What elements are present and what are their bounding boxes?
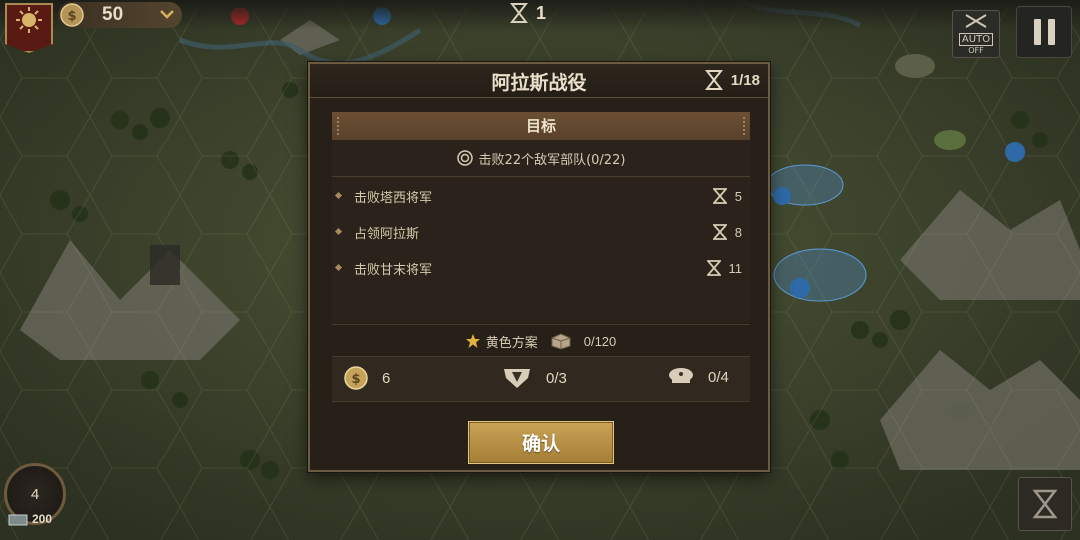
list-item: 击败甘末将军 11	[332, 250, 750, 286]
star-icon	[465, 334, 480, 348]
pause-button[interactable]	[1016, 6, 1072, 58]
svg-text:$: $	[67, 9, 76, 24]
supply-crate-icon	[8, 514, 28, 526]
turn-counter: 1	[510, 2, 562, 24]
reinforcement-count: 4	[30, 485, 40, 503]
reward-coins-value: 6	[382, 369, 391, 387]
coin-icon: $	[344, 366, 368, 390]
yellow-plan-row: 黄色方案 0/120	[332, 324, 750, 357]
bullet-icon	[334, 227, 343, 236]
objective-turns: 5	[712, 188, 742, 204]
coin-icon: $	[60, 3, 84, 27]
svg-text:$: $	[351, 372, 360, 387]
objective-label: 占领阿拉斯	[354, 226, 420, 242]
faction-emblem[interactable]	[5, 3, 53, 53]
yellow-plan-label: 黄色方案	[485, 335, 538, 351]
main-objective: 击败22个敌军部队(0/22)	[332, 140, 750, 177]
hourglass-icon	[706, 260, 721, 276]
rewards-row: $ 6 0/3 0/4	[332, 356, 750, 402]
turn-limit-value: 1/18	[730, 71, 760, 89]
crate-icon	[551, 333, 571, 350]
chevron-down-icon[interactable]	[158, 5, 176, 23]
coin-counter[interactable]: $ 50	[58, 2, 182, 28]
reward-medals-value: 0/3	[546, 369, 567, 387]
auto-state: OFF	[968, 46, 984, 55]
auto-battle-button[interactable]: AUTO OFF	[952, 10, 1000, 58]
supply-counter: 200	[8, 512, 52, 526]
list-item: 击败塔西将军 5	[332, 178, 750, 214]
objective-label: 击败甘末将军	[354, 262, 433, 278]
hourglass-icon	[712, 188, 727, 204]
reward-medals: 0/3	[502, 366, 567, 390]
objective-turns-value: 8	[734, 224, 742, 240]
dialog-title: 阿拉斯战役	[491, 72, 587, 94]
grip-left	[336, 116, 340, 136]
sun-emblem-icon	[16, 7, 42, 33]
objective-turns: 11	[706, 260, 743, 276]
dialog-header: 阿拉斯战役 1/18	[310, 64, 768, 98]
hourglass-icon	[704, 70, 723, 90]
auto-rifles-icon	[965, 14, 987, 28]
bullet-icon	[334, 263, 343, 272]
yellow-plan-count: 0/120	[583, 333, 617, 349]
objectives-header: 目标	[332, 112, 750, 140]
reward-generals-value: 0/4	[708, 368, 729, 386]
turn-number: 1	[536, 2, 547, 23]
main-objective-text: 击败22个敌军部队(0/22)	[478, 152, 626, 168]
battle-info-dialog: 阿拉斯战役 1/18 目标 击败22个敌军部队(0/22) 击败塔西将军 5 占…	[308, 62, 770, 472]
end-turn-button[interactable]	[1018, 477, 1072, 531]
objective-label: 击败塔西将军	[354, 190, 433, 206]
reward-coins: $ 6	[344, 366, 390, 390]
medal-icon	[504, 369, 530, 388]
auto-label: AUTO	[958, 33, 994, 46]
turn-limit: 1/18	[704, 70, 760, 90]
hourglass-icon	[510, 3, 528, 23]
coin-amount: 50	[102, 4, 124, 25]
objective-turns: 8	[712, 224, 742, 240]
grip-right	[742, 116, 746, 136]
objectives-panel: 目标 击败22个敌军部队(0/22) 击败塔西将军 5 占领阿拉斯 8 击败甘末…	[332, 112, 750, 322]
objective-turns-value: 5	[734, 188, 742, 204]
objectives-title: 目标	[525, 117, 556, 135]
objective-turns-value: 11	[728, 260, 743, 276]
target-icon	[456, 150, 473, 166]
bullet-icon	[334, 191, 343, 200]
general-cap-icon	[669, 368, 693, 383]
hourglass-icon	[712, 224, 727, 240]
pause-icon	[1033, 19, 1041, 45]
list-item: 占领阿拉斯 8	[332, 214, 750, 250]
hourglass-icon	[1032, 489, 1058, 519]
objective-list: 击败塔西将军 5 占领阿拉斯 8 击败甘末将军 11	[332, 178, 750, 286]
supply-amount: 200	[32, 512, 53, 526]
reward-generals: 0/4	[668, 366, 729, 388]
confirm-button[interactable]: 确认	[468, 421, 614, 464]
